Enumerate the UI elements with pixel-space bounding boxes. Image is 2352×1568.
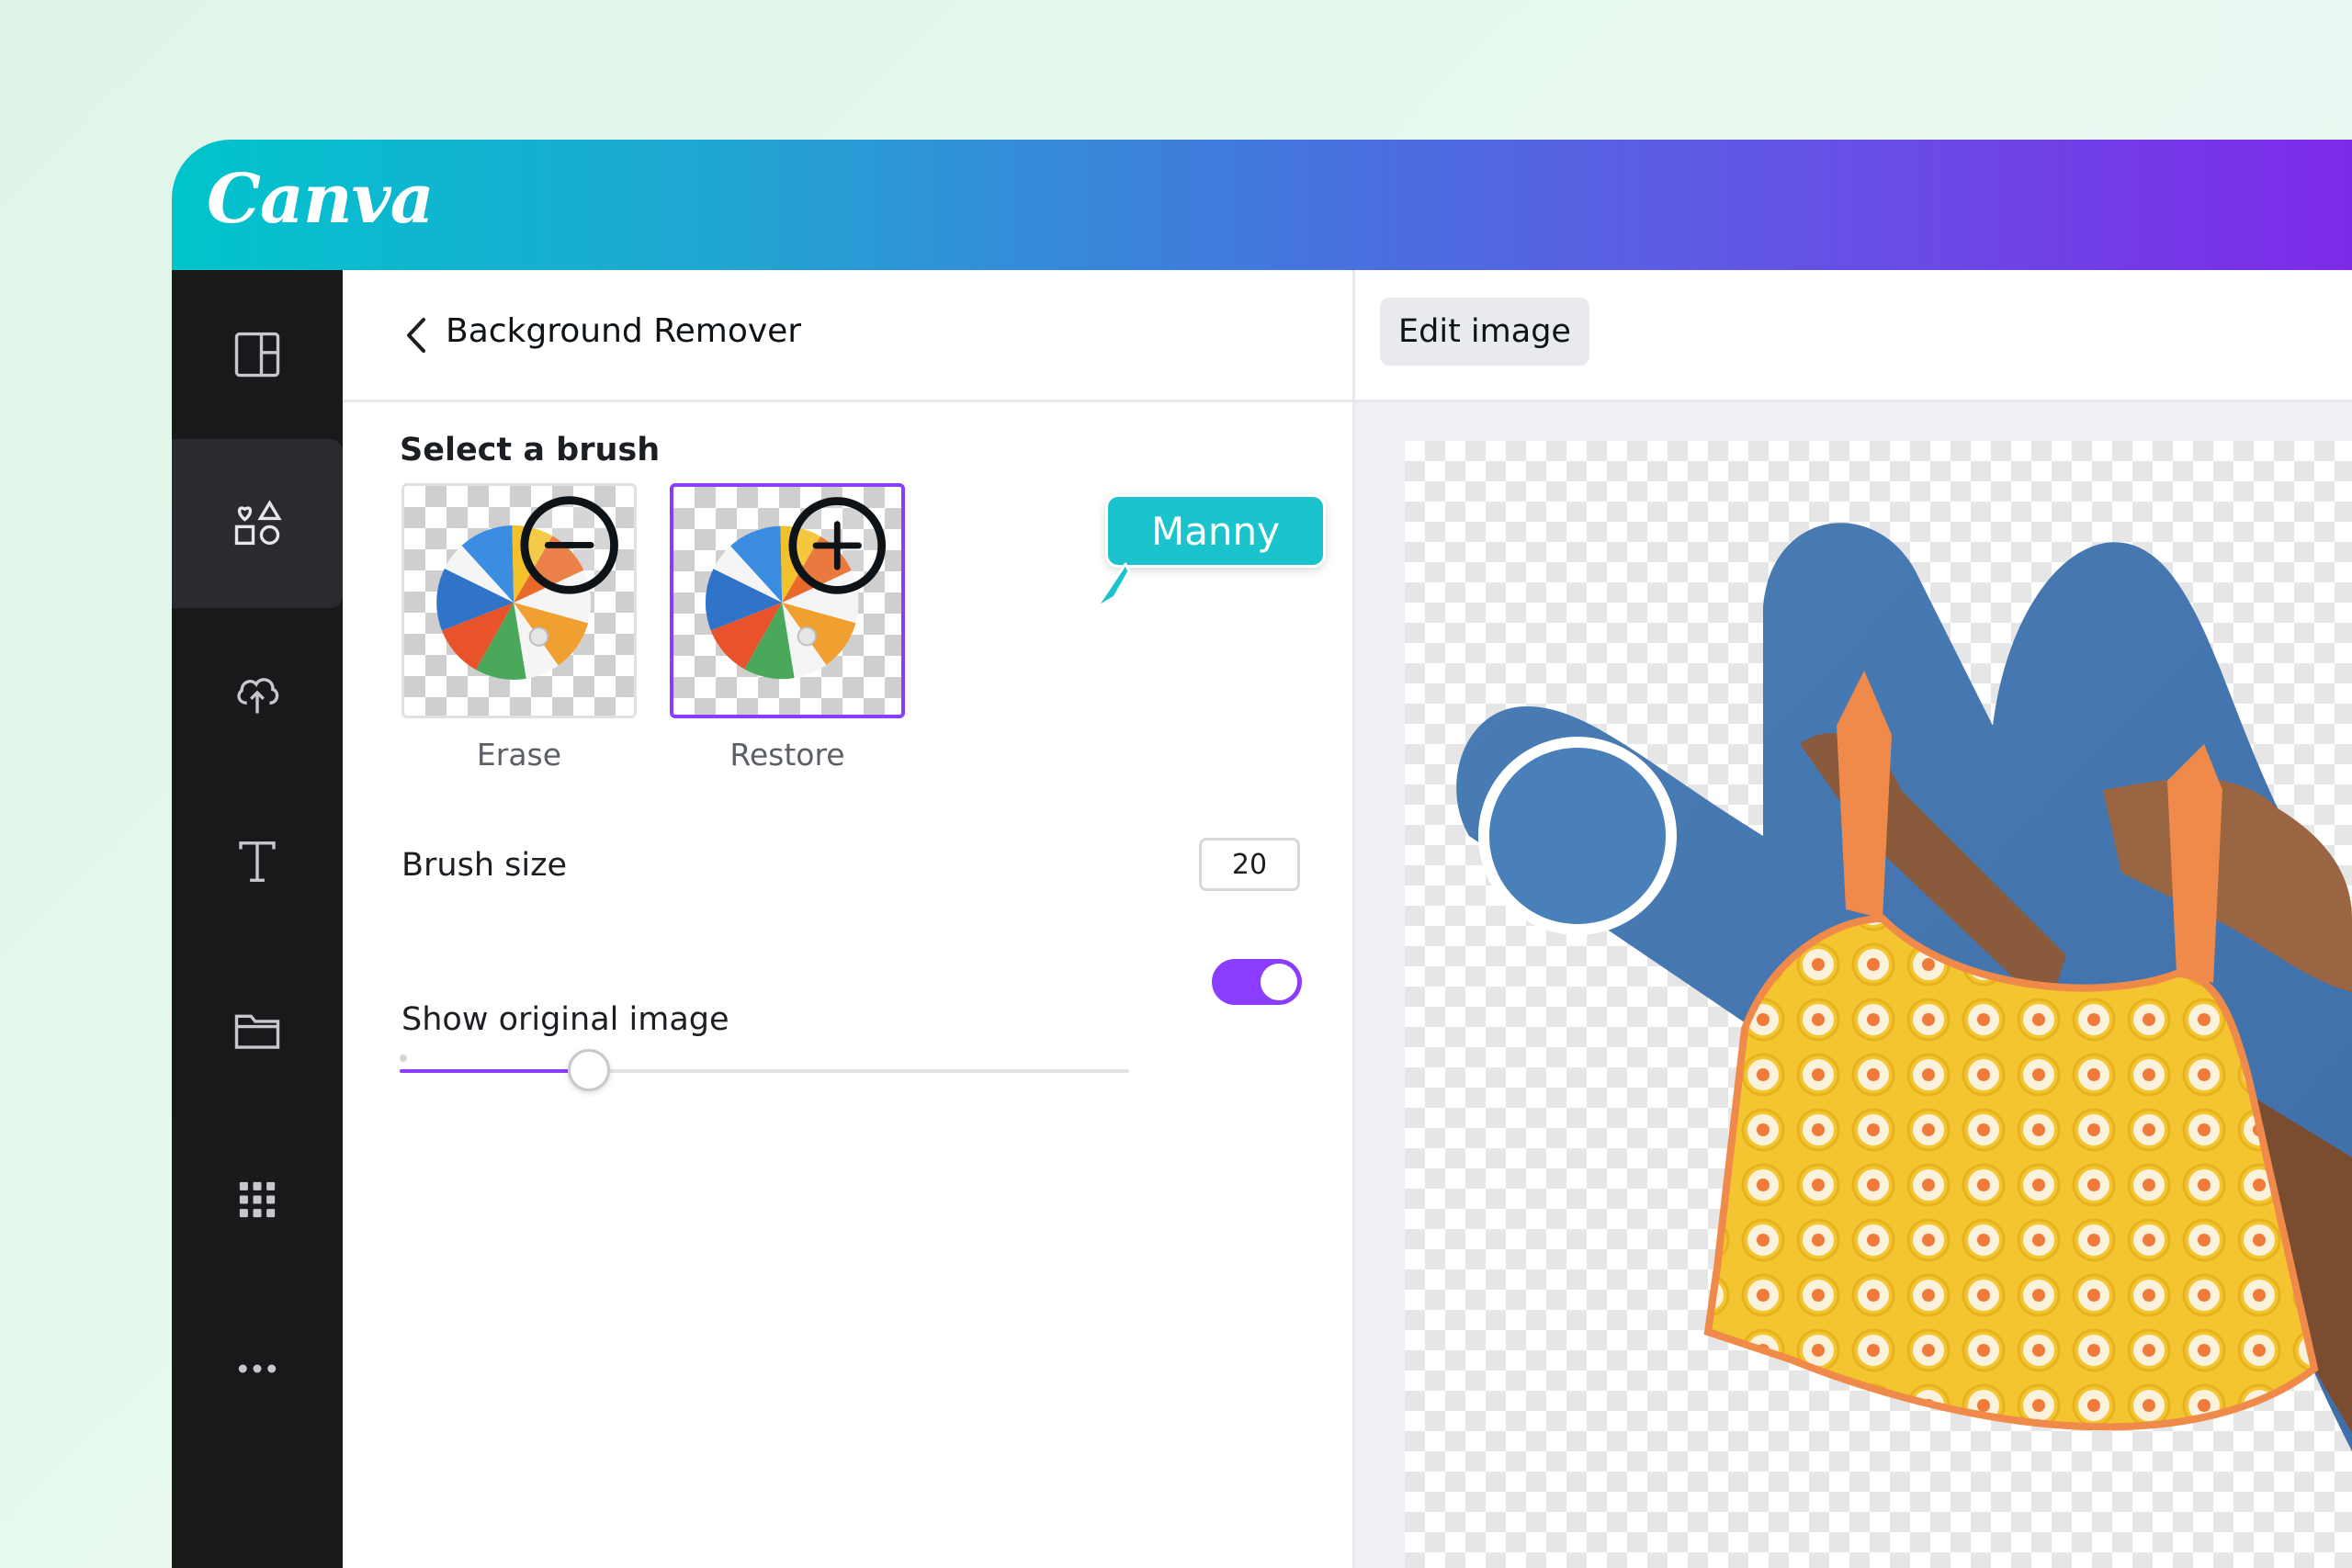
panel-header: Background Remover <box>343 270 1352 402</box>
folder-icon <box>234 1014 280 1049</box>
collaborator-tooltip: Manny <box>1105 494 1326 568</box>
canvas-area: Edit image <box>1355 270 2352 1568</box>
slider-fill <box>400 1069 590 1073</box>
cursor-pointer-icon <box>1094 562 1131 610</box>
restore-brush-option[interactable] <box>670 483 905 718</box>
text-icon <box>239 841 276 882</box>
show-original-toggle[interactable] <box>1212 959 1302 1005</box>
side-rail <box>172 270 343 1568</box>
rail-item-apps[interactable] <box>172 1115 343 1284</box>
layout-icon <box>234 332 280 378</box>
rail-item-design[interactable] <box>172 270 343 439</box>
rail-item-more[interactable] <box>172 1284 343 1453</box>
upload-cloud-icon <box>237 678 279 714</box>
rail-item-uploads[interactable] <box>172 608 343 777</box>
editor-window: Canva Background Remover Select a brush … <box>172 140 2352 1568</box>
slider-min-tick <box>400 1055 407 1062</box>
rail-item-text[interactable] <box>172 777 343 946</box>
beach-ball-image <box>436 496 618 680</box>
show-original-label: Show original image <box>401 1001 729 1038</box>
chevron-left-icon[interactable] <box>400 312 436 358</box>
elements-icon <box>234 500 282 546</box>
canvas-toolbar: Edit image <box>1355 270 2352 402</box>
erase-brush-option[interactable] <box>401 483 637 718</box>
erase-label: Erase <box>476 737 562 773</box>
canva-logo[interactable]: Canva <box>207 160 435 239</box>
background-remover-panel: Background Remover Select a brush Erase … <box>343 270 1355 1568</box>
restore-label: Restore <box>729 737 845 773</box>
crochet-top-photo[interactable] <box>1405 441 2352 1568</box>
rail-item-projects[interactable] <box>172 946 343 1115</box>
brush-size-slider[interactable] <box>400 1049 1129 1091</box>
brush-size-input[interactable]: 20 <box>1199 838 1300 891</box>
top-bar: Canva <box>172 140 2352 270</box>
apps-grid-icon <box>239 1181 276 1218</box>
rail-item-elements[interactable] <box>172 439 343 608</box>
brush-size-label: Brush size <box>401 847 567 884</box>
toggle-knob <box>1261 964 1297 1000</box>
slider-thumb[interactable] <box>568 1049 611 1091</box>
select-brush-label: Select a brush <box>400 432 661 468</box>
edit-image-button[interactable]: Edit image <box>1380 298 1589 366</box>
beach-ball-image <box>705 497 887 680</box>
panel-title: Background Remover <box>446 312 802 350</box>
design-canvas[interactable] <box>1405 441 2352 1568</box>
more-icon <box>238 1364 277 1373</box>
